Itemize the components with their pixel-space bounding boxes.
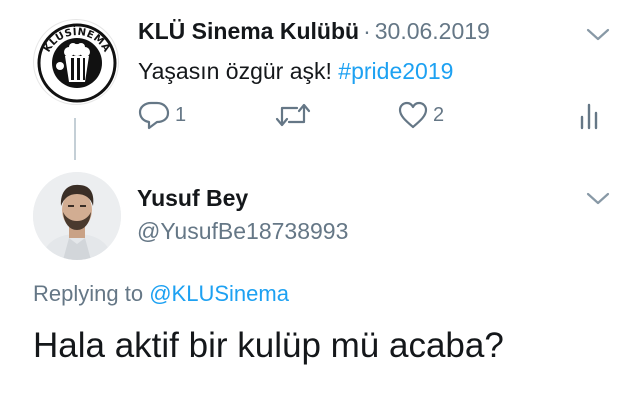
analytics-button[interactable] bbox=[578, 100, 604, 130]
chevron-down-icon[interactable] bbox=[585, 190, 611, 208]
tweet1-date[interactable]: 30.06.2019 bbox=[375, 18, 490, 44]
analytics-icon bbox=[580, 103, 598, 130]
reply-button[interactable]: 1 bbox=[137, 100, 186, 130]
club-avatar[interactable]: KLÜSİNEMA bbox=[33, 19, 119, 105]
chevron-down-icon[interactable] bbox=[585, 26, 611, 44]
user-avatar[interactable] bbox=[33, 172, 121, 260]
tweet2-handle[interactable]: @YusufBe18738993 bbox=[137, 216, 348, 246]
like-count: 2 bbox=[433, 103, 445, 126]
reply-icon bbox=[138, 101, 170, 130]
heart-icon bbox=[398, 101, 428, 129]
tweet1-actions: 1 2 bbox=[0, 100, 639, 134]
hashtag-link[interactable]: #pride2019 bbox=[338, 58, 453, 84]
retweet-button[interactable] bbox=[275, 100, 311, 130]
tweet1-text: Yaşasın özgür aşk! #pride2019 bbox=[138, 55, 453, 87]
mention-link[interactable]: @KLUSinema bbox=[149, 281, 289, 306]
reply-count: 1 bbox=[175, 103, 187, 126]
user-photo bbox=[33, 172, 121, 260]
like-button[interactable]: 2 bbox=[397, 100, 444, 130]
tweet1-text-main: Yaşasın özgür aşk! bbox=[138, 58, 332, 84]
club-logo-icon: KLÜSİNEMA bbox=[37, 23, 117, 103]
retweet-icon bbox=[275, 103, 311, 127]
tweet2-text: Hala aktif bir kulüp mü acaba? bbox=[33, 326, 504, 365]
tweet1-header: KLÜ Sinema Kulübü · 30.06.2019 bbox=[138, 16, 490, 46]
replying-to-label: Replying to bbox=[33, 281, 144, 306]
tweet1-display-name[interactable]: KLÜ Sinema Kulübü bbox=[138, 18, 359, 44]
replying-to-line: Replying to @KLUSinema bbox=[33, 280, 289, 308]
tweet2-display-name[interactable]: Yusuf Bey bbox=[137, 183, 248, 213]
header-separator: · bbox=[363, 18, 371, 44]
